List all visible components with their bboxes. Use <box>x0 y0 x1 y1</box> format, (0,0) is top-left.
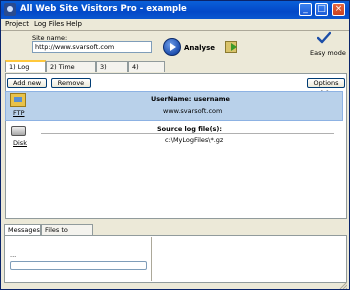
menu-separator <box>1 30 349 31</box>
status-ellipsis: ... <box>10 251 17 259</box>
menu-log-files[interactable]: Log Files <box>34 20 64 28</box>
window-title: All Web Site Visitors Pro - example <box>20 4 187 14</box>
close-icon[interactable]: × <box>332 3 345 16</box>
ftp-host: www.svarsoft.com <box>163 107 223 115</box>
site-name-input[interactable]: http://www.svarsoft.com <box>32 41 152 53</box>
add-new-button[interactable]: Add new <box>7 78 47 88</box>
tab-filter[interactable]: 3) Filter <box>96 61 128 82</box>
minimize-icon[interactable]: _ <box>299 3 312 16</box>
ftp-label[interactable]: FTP <box>13 109 25 117</box>
remove-button[interactable]: Remove <box>51 78 91 88</box>
tab-reports[interactable]: 4) Reports <box>128 61 165 82</box>
source-heading: Source log file(s): <box>157 125 222 133</box>
menu-project[interactable]: Project <box>5 20 29 28</box>
checkmark-icon[interactable] <box>317 31 331 45</box>
app-icon <box>4 3 16 16</box>
messages-panel <box>4 235 347 283</box>
tab-messages[interactable]: Messages <box>4 224 41 235</box>
options-button[interactable]: Options >> <box>307 78 345 96</box>
username-line: UserName: username <box>151 95 230 103</box>
title-bar[interactable]: All Web Site Visitors Pro - example _ □ … <box>1 1 349 19</box>
tab-time-range[interactable]: 2) Time range <box>46 61 96 82</box>
disk-label[interactable]: Disk <box>13 139 27 147</box>
tab-log-files[interactable]: 1) Log file(s) <box>5 60 46 82</box>
easy-mode-label[interactable]: Easy mode <box>310 49 346 57</box>
panel-splitter[interactable] <box>151 237 152 281</box>
menu-bar: Project Log Files Help <box>1 19 349 30</box>
ftp-icon <box>10 93 26 107</box>
app-window: All Web Site Visitors Pro - example _ □ … <box>0 0 350 290</box>
source-divider <box>41 133 334 134</box>
analyse-button-label[interactable]: Analyse <box>184 44 215 52</box>
source-path[interactable]: c:\MyLogFiles\*.gz <box>165 136 223 144</box>
progress-bar <box>10 261 147 270</box>
disk-icon <box>11 126 26 136</box>
menu-help[interactable]: Help <box>66 20 82 28</box>
play-icon[interactable] <box>163 38 181 56</box>
size-grip-icon[interactable] <box>339 281 347 289</box>
maximize-icon[interactable]: □ <box>315 3 328 16</box>
export-icon[interactable] <box>225 41 237 53</box>
tab-files-to-analyze[interactable]: Files to analyze <box>41 224 93 245</box>
